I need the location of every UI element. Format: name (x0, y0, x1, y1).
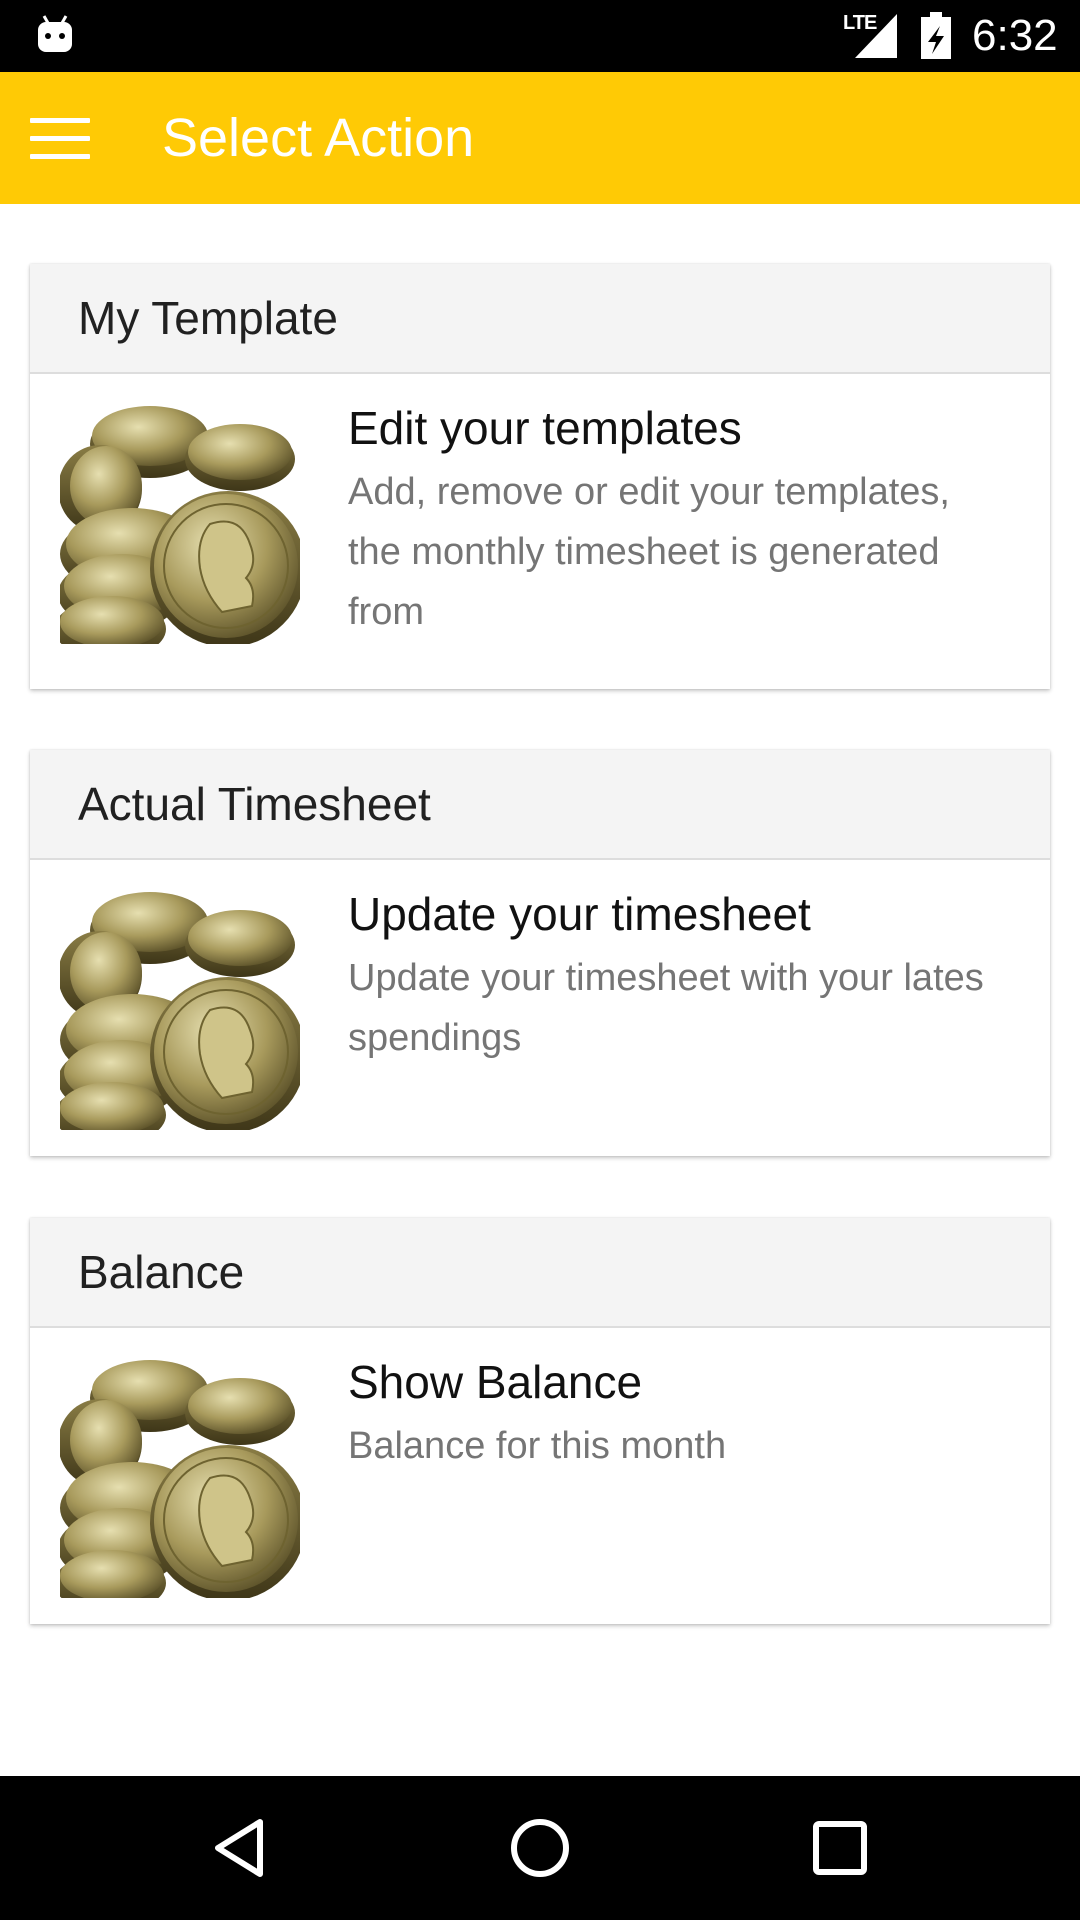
card-header: Actual Timesheet (30, 750, 1050, 860)
home-icon[interactable] (508, 1816, 572, 1880)
card-actual-timesheet[interactable]: Actual Timesheet Update your timesheet U… (30, 750, 1050, 1156)
battery-charging-icon (921, 12, 951, 59)
card-description: Balance for this month (348, 1425, 727, 1467)
coins-image (60, 404, 300, 644)
status-bar: LTE 6:32 (0, 0, 1080, 72)
back-icon[interactable] (208, 1816, 272, 1880)
recents-icon[interactable] (808, 1816, 872, 1880)
signal-icon (855, 14, 897, 58)
card-header-title: Actual Timesheet (78, 778, 431, 830)
card-balance[interactable]: Balance Show Balance Balance for this mo… (30, 1218, 1050, 1624)
android-notification-icon (38, 15, 72, 52)
card-header-title: Balance (78, 1246, 245, 1298)
app-bar: Select Action (0, 72, 1080, 204)
clock: 6:32 (972, 11, 1058, 60)
card-description: Update your timesheet with your lates sp… (348, 957, 984, 1059)
hamburger-menu-icon[interactable] (30, 118, 90, 160)
card-title: Show Balance (348, 1356, 643, 1408)
card-header: Balance (30, 1218, 1050, 1328)
card-title: Update your timesheet (348, 888, 811, 940)
card-my-template[interactable]: My Template Edit your templates Add, rem… (30, 264, 1050, 689)
coins-image (60, 890, 300, 1130)
coins-image (60, 1358, 300, 1598)
card-header: My Template (30, 264, 1050, 374)
card-description: Add, remove or edit your templates, the … (348, 471, 950, 633)
card-title: Edit your templates (348, 402, 742, 454)
page-title: Select Action (162, 108, 475, 168)
navigation-bar (0, 1776, 1080, 1920)
card-header-title: My Template (78, 292, 338, 344)
